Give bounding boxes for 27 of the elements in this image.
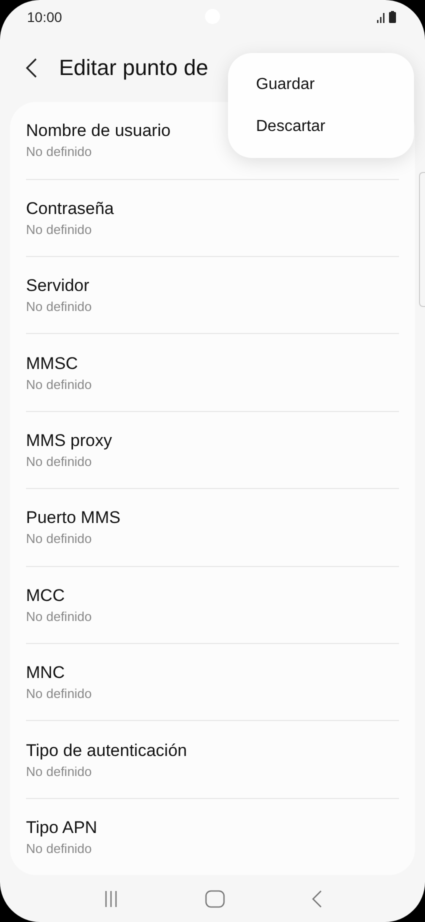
setting-label[interactable]: Puerto MMS [26, 508, 399, 528]
setting-value: No definido [26, 686, 93, 702]
screen-title: Editar punto de [59, 55, 208, 82]
setting-value: No definido [26, 376, 93, 392]
signal-battery-icon [377, 11, 397, 24]
setting-value: No definido [26, 840, 93, 856]
menu-item[interactable]: Guardar [228, 64, 414, 106]
recents-icon[interactable] [104, 890, 118, 908]
setting-value: No definido [26, 222, 93, 237]
setting-label[interactable]: MCC [26, 586, 399, 606]
setting-value: No definido [26, 454, 93, 470]
setting-value: No definido [26, 144, 93, 160]
setting-value: No definido [26, 531, 93, 546]
setting-value: No definido [26, 764, 93, 779]
setting-label[interactable]: MNC [26, 663, 399, 684]
setting-label[interactable]: Servidor [26, 276, 399, 296]
setting-label[interactable]: MMS proxy [26, 431, 399, 452]
home-icon[interactable] [204, 890, 224, 908]
setting-value: No definido [26, 299, 93, 314]
setting-label[interactable]: Tipo de autenticación [26, 740, 399, 761]
back-icon[interactable] [26, 58, 37, 78]
setting-value: No definido [26, 608, 93, 624]
setting-label[interactable]: Contraseña [26, 198, 399, 219]
setting-label[interactable]: MMSC [26, 354, 399, 374]
setting-label[interactable]: Tipo APN [26, 818, 399, 838]
menu-item[interactable]: Descartar [228, 106, 414, 148]
status-time: 10:00 [27, 9, 62, 26]
